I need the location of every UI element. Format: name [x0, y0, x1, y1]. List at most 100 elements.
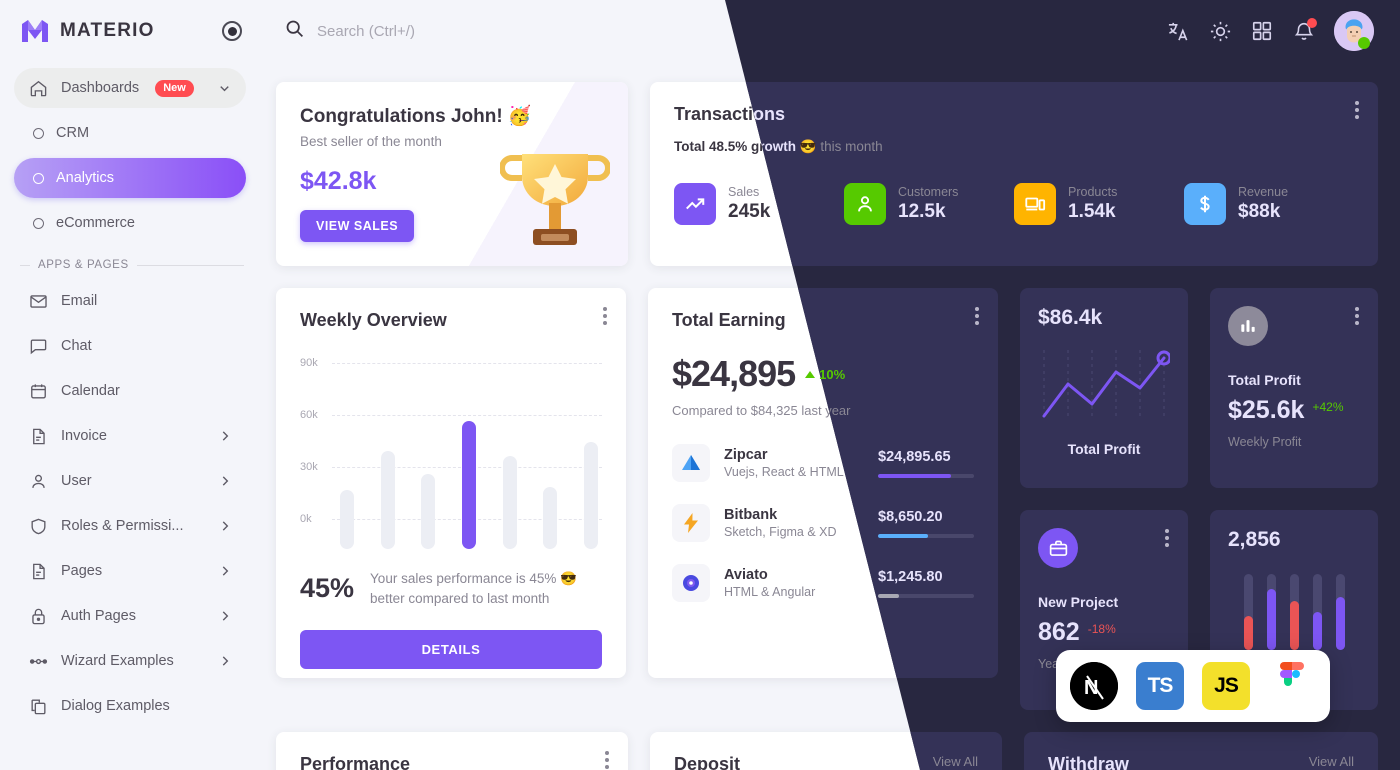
performance-text: Your sales performance is 45% 😎 better c… [370, 571, 577, 606]
performance-percent: 45% [300, 573, 355, 604]
more-options-icon[interactable] [970, 302, 984, 330]
dashboard-row-3: Performance Deposit View All Withdraw Vi… [276, 732, 1378, 770]
sidebar-item-calendar[interactable]: Calendar [14, 371, 246, 411]
search-icon[interactable] [284, 18, 305, 44]
dialog-icon [28, 696, 49, 717]
sidebar-item-ecommerce[interactable]: eCommerce [14, 203, 246, 243]
brand[interactable]: MATERIO [0, 0, 260, 62]
sidebar-item-wizard-examples[interactable]: Wizard Examples [14, 641, 246, 681]
item-name: Aviato [724, 567, 768, 583]
topbar [260, 0, 1400, 62]
session-bar-2 [1266, 574, 1276, 650]
sidebar-item-label: Roles & Permissi... [61, 518, 184, 534]
details-button[interactable]: DETAILS [300, 630, 602, 670]
stat-value: 245k [728, 201, 771, 222]
performance-card: Performance [276, 732, 628, 770]
notification-bell-icon[interactable] [1292, 18, 1317, 43]
session-bar-5 [1335, 574, 1345, 650]
list-item[interactable]: Zipcar Vuejs, React & HTML $24,895.65 [672, 444, 974, 482]
mail-icon [28, 291, 49, 312]
more-options-icon[interactable] [1350, 302, 1364, 330]
y-tick-30k: 30k [300, 461, 318, 473]
more-options-icon[interactable] [1160, 524, 1174, 552]
sidebar-item-label: Invoice [61, 428, 107, 444]
bar-chart-icon [1228, 306, 1268, 346]
sidebar-item-roles-permissions[interactable]: Roles & Permissi... [14, 506, 246, 546]
sidebar-item-label: Auth Pages [61, 608, 136, 624]
sidebar-item-chat[interactable]: Chat [14, 326, 246, 366]
trophy-icon [499, 140, 611, 260]
sidebar-item-dialog-examples[interactable]: Dialog Examples [14, 686, 246, 726]
figma-logo[interactable] [1268, 662, 1316, 710]
chevron-right-icon[interactable] [218, 474, 232, 488]
apps-grid-icon[interactable] [1250, 19, 1274, 43]
performance-title: Performance [300, 754, 411, 770]
circle-icon [33, 217, 44, 229]
dashboard-row-2: Weekly Overview 90k 60k 30k 0k [276, 288, 1378, 710]
sidebar: MATERIO Dashboards New CRM Analytics [0, 0, 260, 770]
transactions-subtitle: Total 48.5% growth 😎 this month [674, 139, 1354, 155]
sidebar-item-label: Chat [61, 338, 92, 354]
withdraw-view-all-link[interactable]: View All [1309, 754, 1354, 769]
more-options-icon[interactable] [1350, 96, 1364, 124]
sidebar-item-label: Email [61, 293, 98, 309]
person-icon [844, 183, 886, 225]
chevron-right-icon[interactable] [218, 609, 232, 623]
chevron-right-icon[interactable] [218, 519, 232, 533]
view-sales-button[interactable]: VIEW SALES [300, 210, 415, 242]
weekly-bar-chart: 90k 60k 30k 0k [300, 357, 602, 549]
deposit-view-all-link[interactable]: View All [933, 754, 978, 769]
sidebar-item-email[interactable]: Email [14, 281, 246, 321]
session-bar-1 [1243, 574, 1253, 650]
sidebar-item-pages[interactable]: Pages [14, 551, 246, 591]
item-desc: Vuejs, React & HTML [724, 465, 844, 479]
typescript-logo[interactable]: TS [1136, 662, 1184, 710]
new-project-value: 862 [1038, 618, 1080, 646]
chevron-down-icon[interactable] [217, 81, 232, 96]
circle-icon [33, 172, 44, 184]
transactions-growth: Total 48.5% growth 😎 [674, 139, 817, 154]
sidebar-item-label: Calendar [61, 383, 120, 399]
search-area[interactable] [284, 18, 1154, 44]
chevron-right-icon[interactable] [218, 564, 232, 578]
bar-sa [543, 487, 558, 549]
nextjs-logo[interactable]: N [1070, 662, 1118, 710]
total-profit-value: $86.4k [1038, 306, 1103, 329]
sidebar-item-invoice[interactable]: Invoice [14, 416, 246, 456]
growth-value: 10% [819, 367, 846, 382]
sidebar-section-title: APPS & PAGES [20, 259, 244, 271]
sidebar-item-auth-pages[interactable]: Auth Pages [14, 596, 246, 636]
pin-toggle-icon[interactable] [222, 21, 242, 41]
item-value: $1,245.80 [878, 568, 943, 585]
item-right: $8,650.20 [878, 509, 974, 538]
chevron-right-icon[interactable] [218, 429, 232, 443]
stat-sales: Sales 245k [674, 183, 844, 225]
list-item[interactable]: Bitbank Sketch, Figma & XD $8,650.20 [672, 504, 974, 542]
item-name: Bitbank [724, 507, 778, 523]
wizard-icon [28, 651, 49, 672]
translate-icon[interactable] [1166, 19, 1190, 43]
transactions-stats: Sales 245k Customers 12.5k [674, 183, 1354, 225]
more-options-icon[interactable] [598, 302, 612, 330]
sidebar-item-crm[interactable]: CRM [14, 113, 246, 153]
item-name: Zipcar [724, 447, 768, 463]
session-bar-4 [1312, 574, 1322, 650]
search-input[interactable] [317, 22, 637, 40]
list-item[interactable]: Aviato HTML & Angular $1,245.80 [672, 564, 974, 602]
user-avatar[interactable] [1334, 11, 1374, 51]
bars-container [340, 389, 598, 549]
sidebar-item-user[interactable]: User [14, 461, 246, 501]
sidebar-item-dashboards[interactable]: Dashboards New [14, 68, 246, 108]
javascript-logo[interactable]: JS [1202, 662, 1250, 710]
sidebar-item-label: Wizard Examples [61, 653, 174, 669]
dollar-icon [1184, 183, 1226, 225]
more-options-icon[interactable] [600, 746, 614, 770]
sidebar-item-label: Pages [61, 563, 103, 579]
chevron-right-icon[interactable] [218, 654, 232, 668]
weekly-overview-card: Weekly Overview 90k 60k 30k 0k [276, 288, 626, 678]
sidebar-item-analytics[interactable]: Analytics [14, 158, 246, 198]
light-mode-icon[interactable] [1208, 19, 1232, 43]
briefcase-icon [1038, 528, 1078, 568]
progress-track [878, 473, 974, 478]
materio-logo-icon [20, 18, 50, 44]
